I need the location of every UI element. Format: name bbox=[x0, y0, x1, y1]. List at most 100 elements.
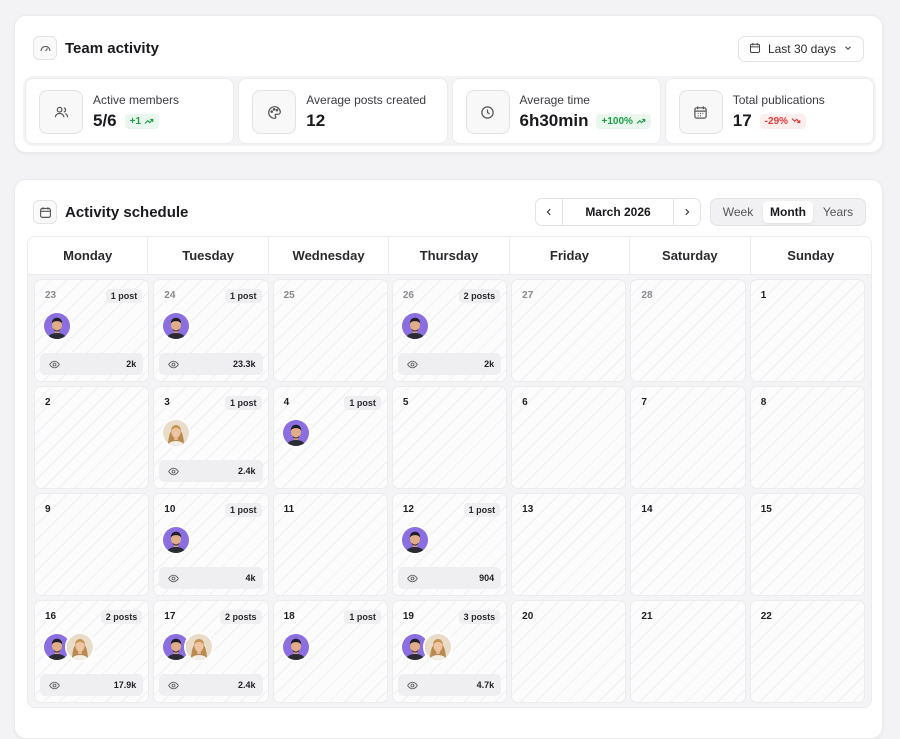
day-number: 27 bbox=[522, 290, 534, 301]
calendar-day-cell[interactable]: 27 bbox=[511, 279, 627, 382]
calendar-day-cell[interactable]: 7 bbox=[630, 386, 746, 489]
day-number: 3 bbox=[164, 397, 170, 408]
calendar-day-cell[interactable]: 28 bbox=[630, 279, 746, 382]
avatar[interactable] bbox=[422, 632, 453, 662]
view-tab-years[interactable]: Years bbox=[813, 201, 863, 223]
calendar-day-cell[interactable]: 4 1 post bbox=[272, 386, 388, 489]
stat-value-row: 17 -29% bbox=[733, 111, 807, 131]
calendar-day-cell[interactable]: 21 bbox=[630, 600, 746, 703]
avatar[interactable] bbox=[42, 311, 72, 341]
stat-delta-badge: +1 bbox=[124, 113, 160, 129]
day-number: 22 bbox=[760, 611, 772, 622]
eye-icon bbox=[168, 359, 180, 370]
weekday-label: Sunday bbox=[787, 248, 835, 263]
calendar-day-cell[interactable]: 3 1 post 2.4k bbox=[153, 386, 269, 489]
post-count-badge: 3 posts bbox=[458, 610, 501, 624]
avatar[interactable] bbox=[161, 311, 192, 341]
calendar-day-cell[interactable]: 15 bbox=[749, 493, 865, 596]
calendar-day-cell[interactable]: 22 bbox=[749, 600, 865, 703]
weekday-label: Friday bbox=[510, 237, 631, 274]
team-activity-title: Team activity bbox=[65, 39, 159, 57]
avatar[interactable] bbox=[184, 632, 215, 662]
team-activity-header: Team activity bbox=[33, 36, 159, 60]
calendar-day-cell[interactable]: 18 1 post bbox=[272, 600, 388, 703]
views-bar: 4.7k bbox=[397, 674, 502, 696]
view-count: 2.4k bbox=[238, 680, 256, 690]
calendar-day-cell[interactable]: 20 bbox=[511, 600, 627, 703]
calendar-day-cell[interactable]: 17 2 posts 2.4k bbox=[153, 600, 269, 703]
day-number: 28 bbox=[641, 290, 653, 301]
calendar-day-cell[interactable]: 1 bbox=[749, 279, 865, 382]
avatar[interactable] bbox=[399, 525, 430, 555]
avatar[interactable] bbox=[399, 311, 430, 341]
team-activity-card: Team activity Last 30 days Active member… bbox=[14, 15, 883, 153]
chevron-down-icon bbox=[843, 42, 853, 56]
calendar-day-cell[interactable]: 12 1 post 904 bbox=[391, 493, 508, 596]
avatar[interactable] bbox=[161, 525, 192, 555]
date-range-dropdown[interactable]: Last 30 days bbox=[737, 36, 864, 62]
eye-icon bbox=[406, 359, 418, 370]
calendar-day-cell[interactable]: 25 bbox=[272, 279, 388, 382]
calendar-day-cell[interactable]: 2 bbox=[34, 386, 150, 489]
stat-value-row: 5/6 +1 bbox=[93, 111, 160, 131]
post-count-badge: 1 post bbox=[225, 396, 262, 410]
next-month-button[interactable] bbox=[674, 199, 700, 225]
calendar-icon bbox=[33, 200, 57, 224]
calendar-day-cell[interactable]: 16 2 posts 17.9k bbox=[34, 600, 150, 703]
avatar-group bbox=[399, 311, 430, 341]
trend-up-icon bbox=[144, 118, 154, 124]
calendar-day-cell[interactable]: 26 2 posts 2k bbox=[391, 279, 508, 382]
avatar-group bbox=[42, 632, 95, 662]
view-count: 4k bbox=[245, 573, 256, 583]
day-number: 17 bbox=[164, 611, 176, 622]
views-bar: 2k bbox=[397, 353, 502, 375]
avatar[interactable] bbox=[65, 632, 95, 662]
views-bar: 23.3k bbox=[159, 353, 263, 375]
calendar-day-cell[interactable]: 8 bbox=[749, 386, 865, 489]
stats-row: Active members 5/6 +1 Average posts crea… bbox=[23, 76, 876, 146]
avatar[interactable] bbox=[280, 632, 311, 662]
view-count: 904 bbox=[479, 573, 495, 583]
calendar-day-cell[interactable]: 19 3 posts 4.7k bbox=[391, 600, 508, 703]
calendar-day-cell[interactable]: 23 1 post 2k bbox=[34, 279, 150, 382]
day-number: 12 bbox=[402, 504, 414, 515]
calendar-day-cell[interactable]: 9 bbox=[34, 493, 150, 596]
day-number: 15 bbox=[760, 504, 772, 515]
day-number: 7 bbox=[641, 397, 647, 408]
post-count-badge: 1 post bbox=[225, 289, 262, 303]
views-bar: 4k bbox=[159, 567, 263, 589]
trend-down-icon bbox=[791, 118, 801, 124]
day-number: 19 bbox=[402, 611, 414, 622]
day-number: 16 bbox=[45, 611, 57, 622]
eye-icon bbox=[49, 680, 60, 691]
weekday-label: Monday bbox=[28, 237, 149, 274]
calendar-day-cell[interactable]: 5 bbox=[391, 386, 508, 489]
day-number: 6 bbox=[522, 397, 528, 408]
gauge-icon bbox=[33, 36, 57, 60]
views-bar: 904 bbox=[397, 567, 502, 589]
post-count-badge: 1 post bbox=[463, 503, 501, 517]
current-month-label: March 2026 bbox=[562, 199, 674, 225]
calendar-day-cell[interactable]: 6 bbox=[511, 386, 627, 489]
calendar-day-cell[interactable]: 24 1 post 23.3k bbox=[153, 279, 269, 382]
calendar-icon bbox=[749, 42, 761, 57]
weekday-label: Wednesday bbox=[269, 237, 390, 274]
day-number: 21 bbox=[641, 611, 653, 622]
day-number: 8 bbox=[760, 397, 767, 408]
eye-icon bbox=[168, 466, 180, 477]
calendar-day-cell[interactable]: 10 1 post 4k bbox=[153, 493, 269, 596]
day-number: 13 bbox=[522, 504, 534, 515]
calendar-day-cell[interactable]: 14 bbox=[630, 493, 746, 596]
view-tab-week[interactable]: Week bbox=[713, 201, 763, 223]
view-tab-month[interactable]: Month bbox=[763, 201, 813, 223]
post-count-badge: 2 posts bbox=[220, 610, 262, 624]
prev-month-button[interactable] bbox=[536, 199, 562, 225]
avatar[interactable] bbox=[161, 418, 192, 448]
date-range-label: Last 30 days bbox=[767, 42, 836, 56]
day-number: 11 bbox=[283, 504, 295, 515]
day-number: 24 bbox=[164, 290, 176, 301]
stat-label: Average posts created bbox=[306, 93, 427, 107]
avatar[interactable] bbox=[280, 418, 311, 448]
calendar-day-cell[interactable]: 11 bbox=[272, 493, 388, 596]
calendar-day-cell[interactable]: 13 bbox=[511, 493, 627, 596]
